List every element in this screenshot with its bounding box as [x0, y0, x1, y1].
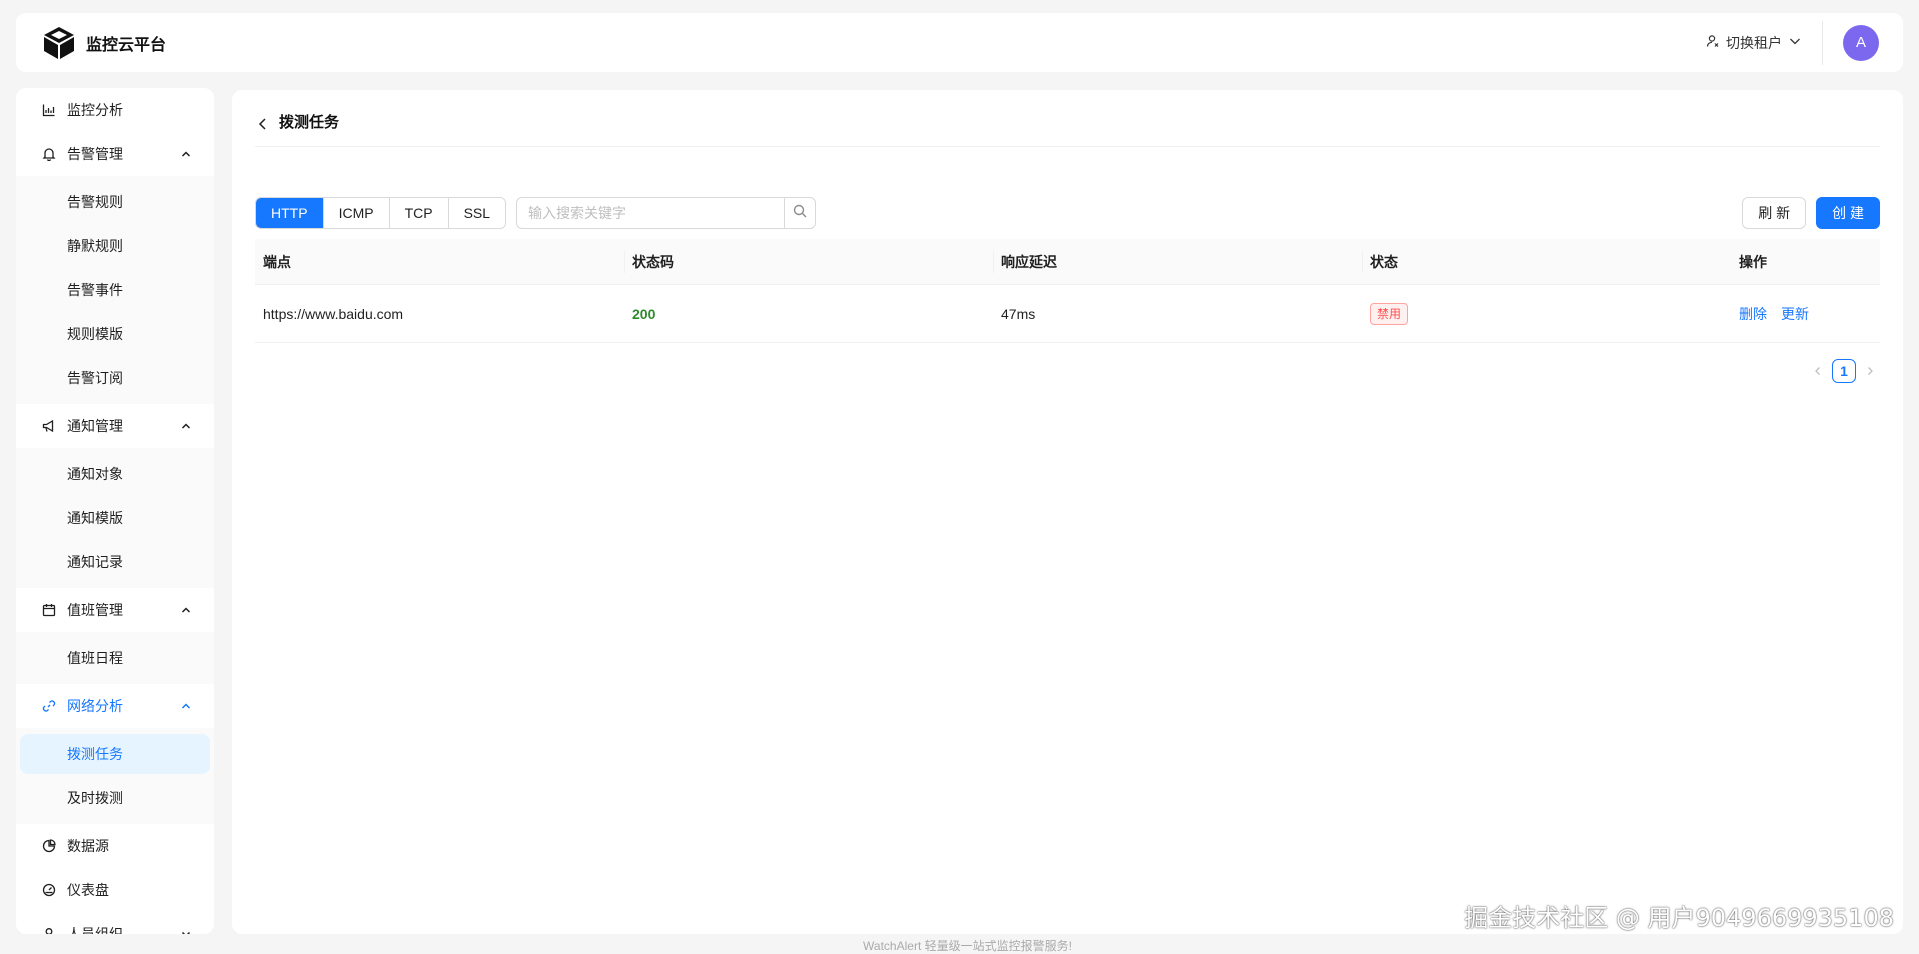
- chevron-up-icon: [180, 148, 192, 160]
- delete-link[interactable]: 删除: [1739, 304, 1767, 324]
- sidebar-item-rule-templates[interactable]: 规则模版: [20, 314, 210, 354]
- sidebar-item-alert-subscriptions[interactable]: 告警订阅: [20, 358, 210, 398]
- header-divider: [1822, 20, 1823, 65]
- column-header-status: 状态: [1362, 239, 1731, 284]
- back-arrow-icon[interactable]: [255, 116, 271, 132]
- cell-status-code-wrap: 200: [624, 285, 993, 342]
- column-header-endpoint: 端点: [263, 253, 291, 270]
- calendar-icon: [42, 603, 56, 617]
- prev-page-icon[interactable]: [1808, 359, 1828, 383]
- search-icon: [793, 204, 807, 223]
- dashboard-icon: [42, 883, 56, 897]
- sidebar-item-datasource[interactable]: 数据源: [16, 824, 214, 868]
- pie-chart-icon: [42, 839, 56, 853]
- sidebar-item-notification-targets[interactable]: 通知对象: [20, 454, 210, 494]
- toolbar-left: HTTP ICMP TCP SSL: [255, 197, 817, 229]
- sidebar-item-probe-tasks[interactable]: 拨测任务: [20, 734, 210, 774]
- cube-logo-icon: [40, 24, 78, 62]
- avatar[interactable]: A: [1843, 24, 1879, 61]
- header-right: 切换租户 A: [1706, 13, 1879, 72]
- create-button[interactable]: 创 建: [1816, 197, 1880, 229]
- table-row: https://www.baidu.com 200 47ms 禁用 删除 更新: [255, 285, 1880, 343]
- cell-actions: 删除 更新: [1731, 285, 1880, 342]
- main-content: 拨测任务 HTTP ICMP TCP SSL 刷 新 创 建: [232, 90, 1903, 934]
- cell-latency: 47ms: [1001, 305, 1036, 322]
- top-header: 监控云平台 切换租户 A: [16, 13, 1903, 72]
- tab-ssl[interactable]: SSL: [448, 198, 506, 228]
- tenant-switch-label: 切换租户: [1726, 34, 1782, 51]
- cell-status-code: 200: [632, 305, 656, 322]
- sidebar-item-dashboard[interactable]: 仪表盘: [16, 868, 214, 912]
- megaphone-icon: [42, 419, 56, 433]
- status-badge: 禁用: [1370, 302, 1409, 325]
- sidebar-item-duty-management[interactable]: 值班管理: [16, 588, 214, 632]
- sidebar-item-alert-rules[interactable]: 告警规则: [20, 182, 210, 222]
- sidebar-item-network-analysis[interactable]: 网络分析: [16, 684, 214, 728]
- pagination: 1: [1808, 359, 1880, 383]
- probe-task-table: 端点 状态码 响应延迟 状态 操作 https://www.baidu.com …: [255, 239, 1880, 343]
- submenu-notification-management: 通知对象 通知模版 通知记录: [16, 448, 214, 588]
- submenu-network-analysis: 拨测任务 及时拨测: [16, 728, 214, 824]
- sidebar-item-label: 仪表盘: [67, 882, 109, 898]
- cell-status-wrap: 禁用: [1362, 285, 1731, 342]
- sidebar-item-monitor-analysis[interactable]: 监控分析: [16, 88, 214, 132]
- submenu-alert-management: 告警规则 静默规则 告警事件 规则模版 告警订阅: [16, 176, 214, 404]
- brand-title: 监控云平台: [86, 36, 167, 54]
- search-button[interactable]: [784, 197, 817, 229]
- column-header-actions: 操作: [1739, 253, 1767, 270]
- sidebar-item-notification-management[interactable]: 通知管理: [16, 404, 214, 448]
- sidebar-item-label: 通知管理: [67, 418, 123, 434]
- search-group: [516, 197, 817, 229]
- refresh-button[interactable]: 刷 新: [1742, 197, 1807, 229]
- tenant-switch-button[interactable]: 切换租户: [1706, 33, 1822, 53]
- sidebar-item-label: 网络分析: [67, 698, 123, 714]
- sidebar-item-label: 监控分析: [67, 102, 123, 118]
- sidebar-item-label: 告警管理: [67, 146, 123, 162]
- tab-tcp[interactable]: TCP: [389, 198, 449, 228]
- sidebar-item-alert-management[interactable]: 告警管理: [16, 132, 214, 176]
- sidebar-item-label: 值班管理: [67, 602, 123, 618]
- protocol-segmented-control: HTTP ICMP TCP SSL: [255, 197, 507, 229]
- submenu-duty-management: 值班日程: [16, 632, 214, 684]
- sidebar-item-duty-schedule[interactable]: 值班日程: [20, 638, 210, 678]
- sidebar-item-label: 数据源: [67, 838, 109, 854]
- sidebar-item-alert-events[interactable]: 告警事件: [20, 270, 210, 310]
- cell-endpoint: https://www.baidu.com: [263, 305, 404, 322]
- bell-icon: [42, 147, 56, 161]
- sidebar: 监控分析 告警管理 告警规则 静默规则 告警事件 规则模版 告警订阅 通知管理 …: [16, 88, 214, 934]
- toolbar: HTTP ICMP TCP SSL 刷 新 创 建: [255, 197, 1880, 229]
- tab-http[interactable]: HTTP: [256, 198, 324, 228]
- sidebar-item-label: 人员组织: [67, 926, 123, 934]
- footer-text: WatchAlert 轻量级一站式监控报警服务!: [863, 939, 1072, 953]
- user-icon: [42, 927, 56, 934]
- sidebar-item-notification-records[interactable]: 通知记录: [20, 542, 210, 582]
- next-page-icon[interactable]: [1860, 359, 1880, 383]
- update-link[interactable]: 更新: [1781, 304, 1809, 324]
- column-header-latency: 响应延迟: [993, 239, 1362, 284]
- chevron-down-icon: [1788, 34, 1802, 51]
- page-number-button[interactable]: 1: [1832, 359, 1856, 383]
- column-header-status-code: 状态码: [624, 239, 993, 284]
- chevron-up-icon: [180, 700, 192, 712]
- page-header: 拨测任务: [255, 112, 1880, 147]
- bar-chart-icon: [42, 103, 56, 117]
- brand[interactable]: 监控云平台: [40, 24, 166, 62]
- sidebar-item-organization[interactable]: 人员组织: [16, 912, 214, 934]
- sidebar-item-notification-templates[interactable]: 通知模版: [20, 498, 210, 538]
- tab-icmp[interactable]: ICMP: [323, 198, 390, 228]
- sidebar-item-silence-rules[interactable]: 静默规则: [20, 226, 210, 266]
- table-header: 端点 状态码 响应延迟 状态 操作: [255, 239, 1880, 285]
- link-icon: [42, 699, 56, 713]
- chevron-down-icon: [180, 928, 192, 934]
- watermark: 掘金技术社区 @ 用户9049669935108: [1464, 904, 1894, 932]
- chevron-up-icon: [180, 604, 192, 616]
- search-input[interactable]: [516, 197, 785, 229]
- chevron-up-icon: [180, 420, 192, 432]
- user-switch-icon: [1706, 34, 1720, 51]
- page-title: 拨测任务: [279, 114, 340, 131]
- sidebar-item-instant-probe[interactable]: 及时拨测: [20, 778, 210, 818]
- toolbar-right: 刷 新 创 建: [1742, 197, 1880, 229]
